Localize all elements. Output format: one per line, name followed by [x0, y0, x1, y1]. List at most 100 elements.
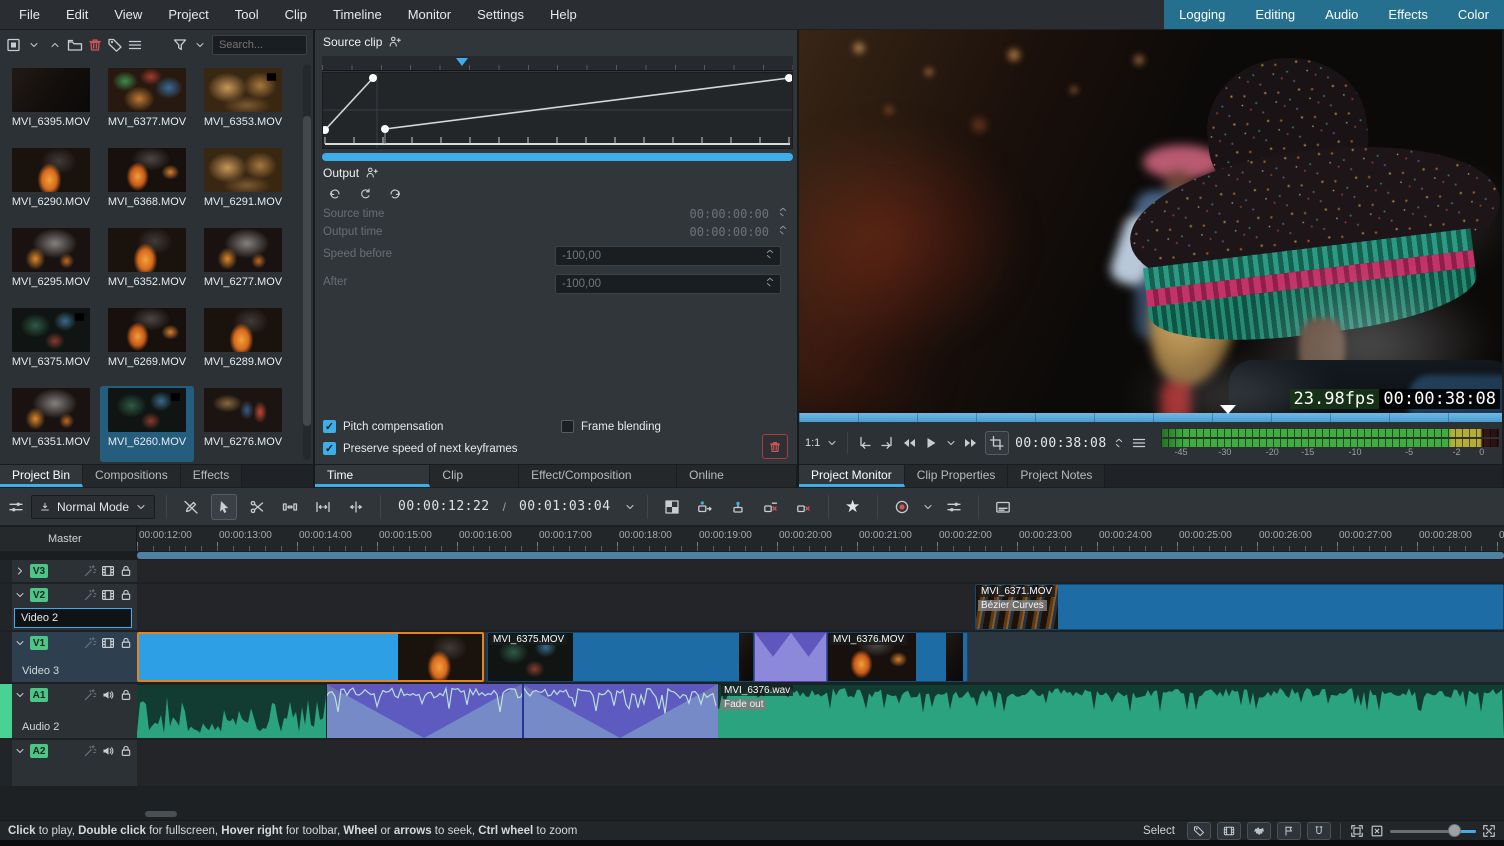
track-badge-a1[interactable]: A1 [30, 688, 48, 702]
wipe-composition[interactable] [754, 632, 827, 682]
workspace-tab-logging[interactable]: Logging [1164, 0, 1240, 29]
track-options-button[interactable] [8, 499, 24, 515]
remap-curve-editor[interactable] [322, 72, 793, 149]
mute-track-icon[interactable] [101, 688, 115, 702]
monitor-menu-button[interactable] [1131, 435, 1147, 451]
timeline-hscroll-handle[interactable] [145, 811, 177, 817]
favorite-effects-button[interactable]: ★ [840, 494, 866, 520]
workspace-tab-effects[interactable]: Effects [1373, 0, 1443, 29]
effects-wand-icon[interactable] [83, 588, 97, 602]
menu-settings[interactable]: Settings [464, 0, 537, 30]
menu-clip[interactable]: Clip [272, 0, 320, 30]
filter-chevron-icon[interactable] [192, 34, 208, 56]
bin-clip[interactable]: MVI_6290.MOV [4, 146, 98, 222]
preserve-speed-checkbox[interactable]: ✓ Preserve speed of next keyframes [323, 442, 518, 455]
delete-keyframes-button[interactable] [762, 434, 788, 459]
chevron-down-icon[interactable] [624, 501, 636, 513]
play-button[interactable] [923, 435, 939, 451]
workspace-tab-editing[interactable]: Editing [1240, 0, 1310, 29]
spinner-icon[interactable] [777, 206, 789, 218]
track-header-v2[interactable]: V2 [0, 584, 137, 630]
track-header-a2[interactable]: A2 [0, 740, 137, 786]
chevron-up-icon[interactable] [46, 34, 62, 56]
tab-effects[interactable]: Effects [181, 465, 242, 487]
frame-blending-checkbox[interactable]: Frame blending [561, 420, 661, 433]
track-badge-v1[interactable]: V1 [30, 636, 48, 650]
checkbox-box[interactable]: ✓ [323, 442, 336, 455]
tab-time-remapping[interactable]: Time Remapping [315, 465, 430, 487]
razor-tool-button[interactable] [244, 494, 270, 520]
chevron-down-icon[interactable] [14, 745, 26, 757]
menu-view[interactable]: View [101, 0, 155, 30]
bin-clip[interactable]: MVI_6269.MOV [100, 306, 194, 382]
tab-project-monitor[interactable]: Project Monitor [799, 465, 905, 487]
lock-track-icon[interactable] [119, 688, 133, 702]
checkbox-box[interactable]: ✓ [323, 420, 336, 433]
field-input[interactable]: -100,00 [555, 274, 781, 294]
bin-clip[interactable]: MVI_6352.MOV [100, 226, 194, 302]
menu-timeline[interactable]: Timeline [320, 0, 395, 30]
timeline-position-timecode[interactable]: 00:00:12:22 [398, 499, 490, 514]
delete-button[interactable] [87, 34, 103, 56]
track-strip[interactable] [0, 740, 12, 786]
bin-clip[interactable]: MVI_6291.MOV [196, 146, 290, 222]
track-lane-v1[interactable]: MVI_6375.MOVMVI_6376.MOV [137, 632, 1504, 682]
monitor-playhead[interactable] [1220, 405, 1236, 414]
show-waveforms-toggle[interactable] [1247, 822, 1271, 840]
bin-scrollbar[interactable] [303, 64, 311, 460]
timeline-ruler[interactable]: 00:00:12:0000:00:13:0000:00:14:0000:00:1… [137, 527, 1504, 551]
add-keyframe-button[interactable] [355, 185, 375, 203]
bin-clip[interactable]: MVI_6353.MOV [196, 66, 290, 142]
effects-wand-icon[interactable] [83, 564, 97, 578]
track-strip[interactable] [0, 632, 12, 682]
track-header-a1[interactable]: A1Audio 2 [0, 684, 137, 738]
goto-zone-in-button[interactable] [857, 435, 873, 451]
show-tags-toggle[interactable] [1187, 822, 1211, 840]
chevron-right-icon[interactable] [14, 565, 26, 577]
tab-online-resources[interactable]: Online Resources [677, 465, 797, 487]
goto-zone-out-button[interactable] [879, 435, 895, 451]
bin-clip[interactable]: MVI_6276.MOV [196, 386, 290, 462]
menu-monitor[interactable]: Monitor [395, 0, 464, 30]
chevron-down-icon[interactable] [14, 589, 26, 601]
spinner-icon[interactable] [764, 276, 776, 288]
bin-clip[interactable]: MVI_6277.MOV [196, 226, 290, 302]
effects-wand-icon[interactable] [83, 744, 97, 758]
monitor-seekbar[interactable] [799, 413, 1502, 422]
master-button[interactable]: Master [0, 527, 137, 551]
bin-clip[interactable]: MVI_6351.MOV [4, 386, 98, 462]
timeline-edit-toggle[interactable] [178, 494, 204, 520]
tab-project-notes[interactable]: Project Notes [1008, 465, 1105, 487]
tag-button[interactable] [107, 34, 123, 56]
chevron-down-icon[interactable] [26, 34, 42, 56]
bin-clip[interactable]: MVI_6395.MOV [4, 66, 98, 142]
overwrite-zone-button[interactable] [343, 494, 369, 520]
bin-clip[interactable]: MVI_6295.MOV [4, 226, 98, 302]
show-thumbnails-icon[interactable] [101, 636, 115, 650]
show-markers-toggle[interactable] [1277, 822, 1301, 840]
track-lane-a1[interactable]: MVI_6376.wavFade out [137, 684, 1504, 738]
track-header-v3[interactable]: V3 [0, 560, 137, 582]
effects-wand-icon[interactable] [83, 688, 97, 702]
zoom-slider-handle[interactable] [1448, 824, 1461, 837]
track-badge-v2[interactable]: V2 [30, 588, 48, 602]
chevron-down-icon[interactable] [826, 437, 838, 449]
menu-project[interactable]: Project [155, 0, 221, 30]
spinner-icon[interactable] [764, 248, 776, 260]
fast-forward-button[interactable] [963, 435, 979, 451]
insert-zone-button[interactable] [310, 494, 336, 520]
track-badge-a2[interactable]: A2 [30, 744, 48, 758]
menu-help[interactable]: Help [537, 0, 590, 30]
effects-wand-icon[interactable] [83, 636, 97, 650]
next-keyframe-button[interactable] [385, 185, 405, 203]
tab-project-bin[interactable]: Project Bin [0, 465, 83, 487]
rewind-button[interactable] [901, 435, 917, 451]
timeline-zoom-slider[interactable] [1390, 824, 1476, 838]
menu-tool[interactable]: Tool [222, 0, 272, 30]
monitor-zoom-level[interactable]: 1:1 [805, 437, 820, 449]
field-input[interactable]: -100,00 [555, 246, 781, 266]
spinner-icon[interactable] [777, 224, 789, 236]
track-header-v1[interactable]: V1Video 3 [0, 632, 137, 682]
selection-tool-button[interactable] [211, 494, 237, 520]
mix-button[interactable] [941, 494, 967, 520]
